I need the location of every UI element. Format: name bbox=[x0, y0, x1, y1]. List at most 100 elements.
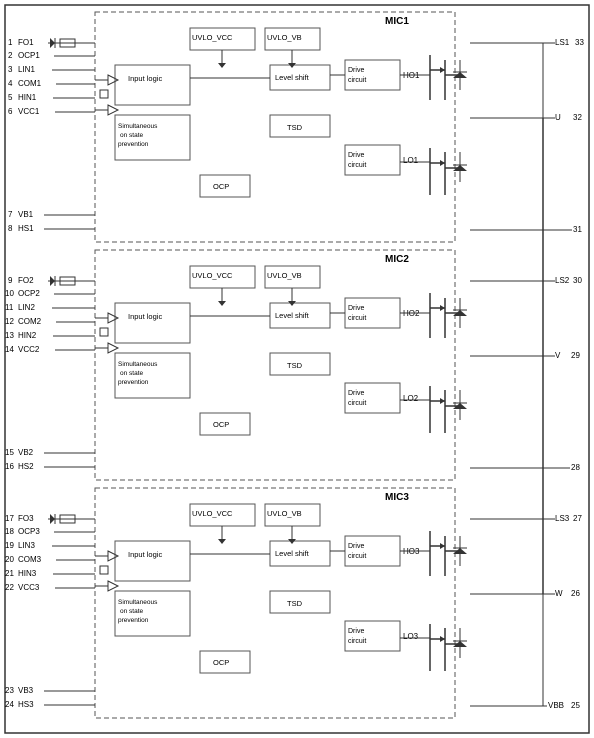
pin-num-fo2: 9 bbox=[8, 276, 13, 285]
pin-num-ocp3: 18 bbox=[5, 527, 14, 536]
drive-top-3b: circuit bbox=[348, 553, 366, 560]
simul-3b: on state bbox=[120, 608, 144, 615]
pin-ls1: LS1 bbox=[555, 38, 570, 47]
pin-num-u: 32 bbox=[573, 113, 582, 122]
simul-2b: on state bbox=[120, 370, 144, 377]
input-logic-3: Input logic bbox=[128, 550, 162, 559]
pin-hin2: HIN2 bbox=[18, 331, 37, 340]
simul-3c: prevention bbox=[118, 617, 149, 624]
ocp-1: OCP bbox=[213, 182, 229, 191]
tsd-1: TSD bbox=[287, 123, 303, 132]
uvlo-vb-3: UVLO_VB bbox=[267, 509, 302, 518]
diagram-container: MIC1 UVLO_VCC UVLO_VB Input logic Simult… bbox=[0, 0, 594, 738]
pin-num-31: 31 bbox=[573, 225, 582, 234]
pin-ls3: LS3 bbox=[555, 514, 570, 523]
pin-fo3: FO3 bbox=[18, 514, 34, 523]
pin-u: U bbox=[555, 113, 561, 122]
pin-num-lin1: 3 bbox=[8, 65, 13, 74]
pin-vcc3: VCC3 bbox=[18, 583, 40, 592]
pin-ocp1: OCP1 bbox=[18, 51, 40, 60]
pin-com3: COM3 bbox=[18, 555, 42, 564]
drive-top-1: Drive bbox=[348, 67, 364, 74]
pin-ocp3: OCP3 bbox=[18, 527, 40, 536]
pin-w: W bbox=[555, 589, 563, 598]
drive-top-1b: circuit bbox=[348, 77, 366, 84]
pin-num-fo3: 17 bbox=[5, 514, 14, 523]
drive-top-3: Drive bbox=[348, 543, 364, 550]
drive-bot-1: Drive bbox=[348, 152, 364, 159]
drive-bot-2b: circuit bbox=[348, 400, 366, 407]
pin-num-ls3: 27 bbox=[573, 514, 582, 523]
pin-lin2: LIN2 bbox=[18, 303, 35, 312]
pin-num-v: 29 bbox=[571, 351, 580, 360]
pin-num-ls2: 30 bbox=[573, 276, 582, 285]
mic3-label: MIC3 bbox=[385, 492, 409, 503]
pin-num-ocp2: 10 bbox=[5, 289, 14, 298]
lo1-label: LO1 bbox=[403, 156, 419, 165]
pin-num-ls1: 33 bbox=[575, 38, 584, 47]
pin-vcc1: VCC1 bbox=[18, 107, 40, 116]
pin-num-hin1: 5 bbox=[8, 93, 13, 102]
pin-vcc2: VCC2 bbox=[18, 345, 40, 354]
pin-ocp2: OCP2 bbox=[18, 289, 40, 298]
uvlo-vb-2: UVLO_VB bbox=[267, 271, 302, 280]
pin-vbb: VBB bbox=[548, 701, 564, 710]
simul-1: Simultaneous bbox=[118, 123, 158, 130]
level-shift-3: Level shift bbox=[275, 549, 310, 558]
pin-v: V bbox=[555, 351, 561, 360]
uvlo-vcc-3: UVLO_VCC bbox=[192, 509, 233, 518]
lo2-label: LO2 bbox=[403, 394, 419, 403]
simul-2c: prevention bbox=[118, 379, 149, 386]
uvlo-vcc-2: UVLO_VCC bbox=[192, 271, 233, 280]
tsd-3: TSD bbox=[287, 599, 303, 608]
pin-hs1: HS1 bbox=[18, 224, 34, 233]
pin-vb2: VB2 bbox=[18, 448, 34, 457]
pin-num-com1: 4 bbox=[8, 79, 13, 88]
pin-num-vcc1: 6 bbox=[8, 107, 13, 116]
pin-hs2: HS2 bbox=[18, 462, 34, 471]
lo3-label: LO3 bbox=[403, 632, 419, 641]
pin-num-hs1: 8 bbox=[8, 224, 13, 233]
pin-hin1: HIN1 bbox=[18, 93, 37, 102]
pin-num-hin2: 13 bbox=[5, 331, 14, 340]
pin-vb1: VB1 bbox=[18, 210, 34, 219]
drive-bot-3b: circuit bbox=[348, 638, 366, 645]
pin-num-hs2: 16 bbox=[5, 462, 14, 471]
pin-num-25: 25 bbox=[571, 701, 580, 710]
drive-bot-1b: circuit bbox=[348, 162, 366, 169]
simul-1c: prevention bbox=[118, 141, 149, 148]
tsd-2: TSD bbox=[287, 361, 303, 370]
pin-com2: COM2 bbox=[18, 317, 42, 326]
pin-num-28: 28 bbox=[571, 463, 580, 472]
pin-lin3: LIN3 bbox=[18, 541, 35, 550]
pin-vb3: VB3 bbox=[18, 686, 34, 695]
pin-num-com3: 20 bbox=[5, 555, 14, 564]
input-logic-2: Input logic bbox=[128, 312, 162, 321]
pin-num-vb3: 23 bbox=[5, 686, 14, 695]
pin-fo1-label: FO1 bbox=[18, 38, 34, 47]
ocp-2: OCP bbox=[213, 420, 229, 429]
drive-top-2b: circuit bbox=[348, 315, 366, 322]
simul-3: Simultaneous bbox=[118, 599, 158, 606]
pin-hin3: HIN3 bbox=[18, 569, 37, 578]
pin-num-hin3: 21 bbox=[5, 569, 14, 578]
circuit-diagram: MIC1 UVLO_VCC UVLO_VB Input logic Simult… bbox=[0, 0, 594, 738]
mic2-label: MIC2 bbox=[385, 254, 409, 265]
pin-num-vcc2: 14 bbox=[5, 345, 14, 354]
pin-ls2: LS2 bbox=[555, 276, 570, 285]
drive-bot-2: Drive bbox=[348, 390, 364, 397]
mic1-label: MIC1 bbox=[385, 16, 409, 27]
pin-num-lin2: 11 bbox=[5, 303, 14, 312]
drive-top-2: Drive bbox=[348, 305, 364, 312]
ocp-3: OCP bbox=[213, 658, 229, 667]
pin-num-w: 26 bbox=[571, 589, 580, 598]
pin-com1: COM1 bbox=[18, 79, 42, 88]
simul-2: Simultaneous bbox=[118, 361, 158, 368]
simul-1b: on state bbox=[120, 132, 144, 139]
pin-fo2: FO2 bbox=[18, 276, 34, 285]
uvlo-vcc-1: UVLO_VCC bbox=[192, 33, 233, 42]
pin-num-hs3: 24 bbox=[5, 700, 14, 709]
pin-num-vb2: 15 bbox=[5, 448, 14, 457]
pin-lin1: LIN1 bbox=[18, 65, 35, 74]
pin-num-ocp1: 2 bbox=[8, 51, 13, 60]
